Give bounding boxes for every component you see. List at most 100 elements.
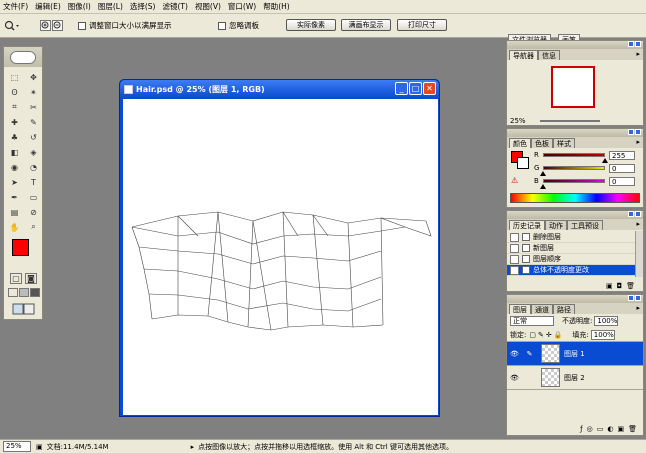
brush-link-icon[interactable]: ✎ (525, 350, 534, 358)
channel-slider[interactable] (543, 153, 605, 157)
close-icon[interactable] (635, 295, 641, 301)
tab-layers[interactable]: 图层 (509, 304, 531, 314)
image-canvas[interactable] (123, 99, 438, 415)
navigator-zoom-slider[interactable] (539, 119, 600, 122)
channel-value-field[interactable]: 255 (609, 151, 635, 160)
screen-mode-full-menu-icon[interactable] (19, 288, 29, 297)
shape-icon[interactable]: ▭ (25, 190, 42, 204)
lock-icons[interactable]: ▢✎✛🔒 (529, 331, 564, 339)
layer-style-icon[interactable]: ƒ (580, 425, 582, 435)
history-source-checkbox[interactable] (510, 254, 519, 264)
menu-item[interactable]: 文件(F) (3, 1, 28, 12)
eye-icon[interactable]: 👁 (510, 374, 519, 382)
trash-icon[interactable]: 🗑 (626, 282, 635, 291)
close-icon[interactable] (635, 211, 641, 217)
snapshot-icon[interactable]: ◘ (617, 282, 623, 291)
zoom-out-icon[interactable] (52, 19, 63, 32)
minimize-icon[interactable] (628, 129, 634, 135)
actual-pixels-button[interactable]: 实际像素 (286, 19, 336, 31)
layer-row[interactable]: 👁 图层 2 (507, 366, 643, 390)
status-zoom-field[interactable]: 25% (3, 441, 31, 452)
history-item[interactable]: 总体不透明度更改 (507, 265, 643, 276)
feather-logo-icon[interactable] (10, 50, 36, 64)
quick-mask-icon[interactable]: ◙ (25, 273, 37, 284)
channel-slider[interactable] (543, 179, 605, 183)
close-icon[interactable]: ✕ (423, 82, 436, 95)
screen-mode-full-icon[interactable] (30, 288, 40, 297)
fit-screen-button[interactable]: 满画布显示 (341, 19, 391, 31)
minimize-icon[interactable] (628, 295, 634, 301)
tab-tool-presets[interactable]: 工具预设 (567, 220, 603, 230)
pen-icon[interactable]: ✒ (6, 190, 23, 204)
blend-mode-select[interactable]: 正常 (510, 316, 554, 326)
menu-item[interactable]: 视图(V) (195, 1, 221, 12)
paint-bucket-icon[interactable]: ◈ (25, 145, 42, 159)
menu-item[interactable]: 图层(L) (98, 1, 123, 12)
tab-swatches[interactable]: 色板 (531, 138, 553, 148)
layer-mask-icon[interactable]: ◎ (587, 425, 593, 435)
navigator-zoom-value[interactable]: 25% (510, 117, 526, 125)
history-item[interactable]: 图层顺序 (507, 254, 643, 265)
ignore-palettes-checkbox[interactable]: 忽略调板 (218, 19, 259, 32)
menu-item[interactable]: 窗口(W) (228, 1, 256, 12)
eye-icon[interactable]: 👁 (510, 350, 519, 358)
magic-wand-icon[interactable]: ✴ (25, 85, 42, 99)
history-item[interactable]: 删除图层 (507, 232, 643, 243)
tab-color[interactable]: 颜色 (509, 138, 531, 148)
tab-styles[interactable]: 样式 (553, 138, 575, 148)
menu-item[interactable]: 滤镜(T) (163, 1, 188, 12)
tab-info[interactable]: 信息 (538, 50, 560, 60)
channel-value-field[interactable]: 0 (609, 177, 635, 186)
crop-icon[interactable]: ⌗ (6, 100, 23, 114)
status-arrow-icon[interactable]: ▸ (191, 443, 195, 451)
history-source-checkbox[interactable] (510, 265, 519, 275)
opacity-field[interactable]: 100% (594, 316, 619, 326)
panel-titlebar[interactable] (507, 129, 643, 137)
panel-menu-icon[interactable]: ▸ (636, 220, 640, 228)
document-titlebar[interactable]: Hair.psd @ 25% (图层 1, RGB) (120, 80, 439, 98)
print-size-button[interactable]: 打印尺寸 (397, 19, 447, 31)
menu-item[interactable]: 编辑(E) (35, 1, 61, 12)
move-icon[interactable]: ✥ (25, 70, 42, 84)
tab-history[interactable]: 历史记录 (509, 220, 545, 230)
menu-item[interactable]: 选择(S) (130, 1, 156, 12)
healing-brush-icon[interactable]: ✚ (6, 115, 23, 129)
panel-menu-icon[interactable]: ▸ (636, 138, 640, 146)
tab-channels[interactable]: 通道 (531, 304, 553, 314)
lasso-icon[interactable]: ʘ (6, 85, 23, 99)
history-source-checkbox[interactable] (510, 232, 519, 242)
type-icon[interactable]: T (25, 175, 42, 189)
notes-icon[interactable]: ▤ (6, 205, 23, 219)
eyedropper-icon[interactable]: ⊘ (25, 205, 42, 219)
tab-paths[interactable]: 路径 (553, 304, 575, 314)
zoom-in-icon[interactable] (40, 19, 51, 32)
standard-mode-icon[interactable]: ▢ (10, 273, 22, 284)
path-select-icon[interactable]: ➤ (6, 175, 23, 189)
layer-set-icon[interactable]: ▭ (597, 425, 604, 435)
minimize-icon[interactable] (628, 41, 634, 47)
resize-window-checkbox[interactable]: 调整窗口大小以满屏显示 (78, 19, 172, 32)
hand-icon[interactable]: ✋ (6, 220, 23, 234)
channel-slider-handle[interactable] (540, 184, 546, 189)
marquee-icon[interactable]: ⬚ (6, 70, 23, 84)
trash-icon[interactable]: 🗑 (628, 425, 637, 435)
history-item[interactable]: 新图层 (507, 243, 643, 254)
channel-value-field[interactable]: 0 (609, 164, 635, 173)
blur-icon[interactable]: ◉ (6, 160, 23, 174)
channel-slider-handle[interactable] (540, 171, 546, 176)
minimize-icon[interactable]: _ (395, 82, 408, 95)
adjustment-layer-icon[interactable]: ◐ (607, 425, 613, 435)
history-scrollbar[interactable] (635, 231, 643, 277)
color-panel-background-swatch[interactable] (517, 157, 529, 169)
panel-titlebar[interactable] (507, 295, 643, 303)
foreground-color-swatch[interactable] (12, 239, 29, 256)
new-layer-icon[interactable]: ▣ (617, 425, 624, 435)
zoom-icon[interactable]: ⌕ (25, 220, 42, 234)
maximize-icon[interactable]: □ (409, 82, 422, 95)
color-ramp[interactable] (510, 193, 640, 203)
screen-mode-standard-icon[interactable] (8, 288, 18, 297)
zoom-tool-icon[interactable] (3, 19, 21, 32)
fill-field[interactable]: 100% (590, 329, 615, 340)
tab-navigator[interactable]: 导航器 (509, 50, 538, 60)
channel-slider[interactable] (543, 166, 605, 170)
